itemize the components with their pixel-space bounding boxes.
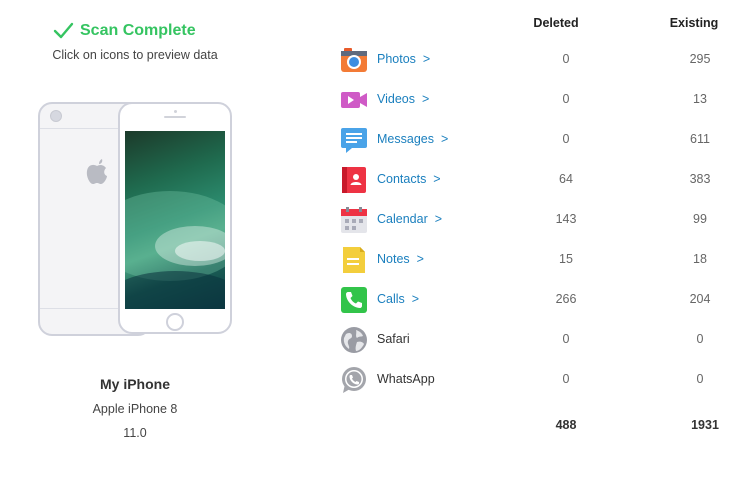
existing-count: 295 <box>689 52 711 66</box>
scan-hint: Click on icons to preview data <box>52 48 218 62</box>
video-camera-icon[interactable] <box>340 86 368 114</box>
deleted-count: 143 <box>555 212 577 226</box>
scan-status: Scan Complete <box>52 20 196 42</box>
existing-count: 383 <box>689 172 711 186</box>
category-link-notes[interactable]: Notes > <box>377 252 424 266</box>
existing-count: 18 <box>693 252 707 266</box>
category-row-calendar[interactable]: Calendar > 143 99 <box>338 204 738 236</box>
total-existing: 1931 <box>691 418 719 432</box>
category-link-calendar[interactable]: Calendar > <box>377 212 442 226</box>
calendar-icon[interactable] <box>340 206 368 234</box>
camera-icon[interactable] <box>340 46 368 74</box>
category-link-photos[interactable]: Photos > <box>377 52 430 66</box>
message-icon[interactable] <box>340 126 368 154</box>
deleted-count: 0 <box>562 92 570 106</box>
existing-count: 611 <box>690 132 710 146</box>
whatsapp-icon[interactable] <box>340 366 368 394</box>
category-row-notes[interactable]: Notes > 15 18 <box>338 244 738 276</box>
category-row-videos[interactable]: Videos > 0 13 <box>338 84 738 116</box>
deleted-count: 0 <box>562 52 570 66</box>
wallpaper-image <box>125 131 225 309</box>
deleted-count: 0 <box>562 372 570 386</box>
device-os-version: 11.0 <box>123 426 147 440</box>
deleted-count: 15 <box>559 252 573 266</box>
existing-count: 204 <box>689 292 711 306</box>
category-row-whatsapp[interactable]: WhatsApp 0 0 <box>338 364 738 396</box>
rear-camera-icon <box>50 110 62 122</box>
globe-icon[interactable] <box>340 326 368 354</box>
device-model: Apple iPhone 8 <box>92 402 178 416</box>
apple-logo-icon <box>86 159 107 184</box>
category-row-photos[interactable]: Photos > 0 295 <box>338 44 738 76</box>
category-row-messages[interactable]: Messages > 0 611 <box>338 124 738 156</box>
category-row-safari[interactable]: Safari 0 0 <box>338 324 738 356</box>
device-panel: Scan Complete Click on icons to preview … <box>0 0 270 478</box>
total-deleted: 488 <box>555 418 577 432</box>
deleted-count: 266 <box>555 292 577 306</box>
category-link-messages[interactable]: Messages > <box>377 132 448 146</box>
deleted-count: 0 <box>562 332 570 346</box>
device-illustration <box>36 100 236 336</box>
phone-icon[interactable] <box>340 286 368 314</box>
column-header-deleted: Deleted <box>533 16 579 30</box>
deleted-count: 0 <box>562 132 570 146</box>
device-name: My iPhone <box>99 376 170 392</box>
category-link-videos[interactable]: Videos > <box>377 92 429 106</box>
home-button-icon <box>166 313 184 331</box>
category-label-whatsapp: WhatsApp <box>377 372 435 386</box>
contacts-book-icon[interactable] <box>340 166 368 194</box>
notes-icon[interactable] <box>340 246 368 274</box>
existing-count: 13 <box>693 92 707 106</box>
column-header-existing: Existing <box>669 16 719 30</box>
category-link-calls[interactable]: Calls > <box>377 292 419 306</box>
category-row-contacts[interactable]: Contacts > 64 383 <box>338 164 738 196</box>
scan-title: Scan Complete <box>80 22 196 39</box>
existing-count: 99 <box>693 212 707 226</box>
category-label-safari: Safari <box>377 332 410 346</box>
category-row-calls[interactable]: Calls > 266 204 <box>338 284 738 316</box>
category-link-contacts[interactable]: Contacts > <box>377 172 441 186</box>
existing-count: 0 <box>696 372 704 386</box>
checkmark-icon <box>53 22 74 39</box>
phone-front-image <box>118 102 232 334</box>
deleted-count: 64 <box>559 172 573 186</box>
existing-count: 0 <box>696 332 704 346</box>
